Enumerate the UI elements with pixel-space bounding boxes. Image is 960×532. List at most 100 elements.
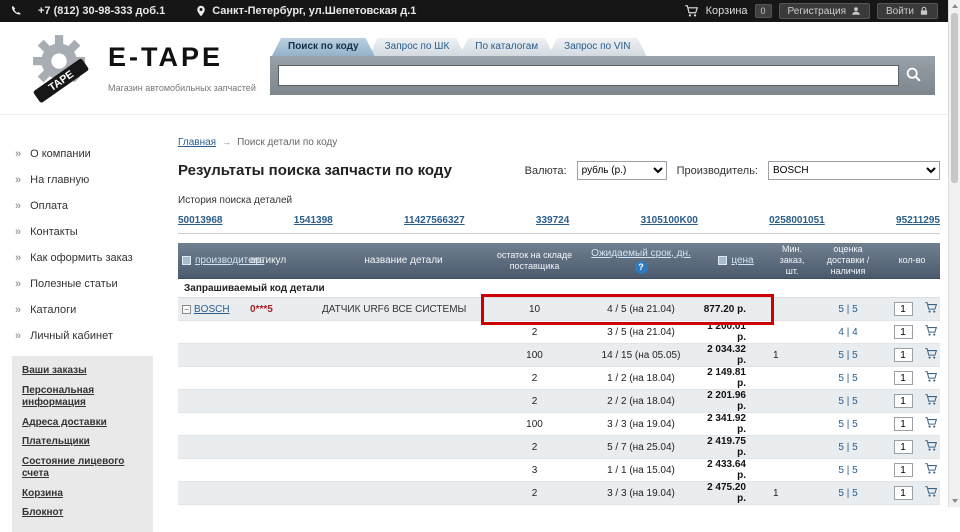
sidebar-item-how-to-order[interactable]: Как оформить заказ xyxy=(0,245,165,271)
quantity-input[interactable] xyxy=(893,440,913,454)
scrollbar-thumb[interactable] xyxy=(951,13,958,183)
delivery-cell: 5 | 5 xyxy=(838,464,858,476)
add-to-cart-button[interactable] xyxy=(924,301,938,317)
price-cell: 2 149.81 р. xyxy=(707,367,746,389)
quantity-input[interactable] xyxy=(893,371,913,385)
add-to-cart-button[interactable] xyxy=(924,347,938,363)
gear-logo-icon: TAPE xyxy=(33,35,89,103)
account-link-payers[interactable]: Плательщики xyxy=(22,436,145,449)
chevron-right-icon xyxy=(15,174,21,186)
qty-cell xyxy=(884,394,922,408)
tab-by-catalogs[interactable]: По каталогам xyxy=(459,38,554,56)
sidebar-item-catalogs[interactable]: Каталоги xyxy=(0,297,165,323)
search-button[interactable] xyxy=(899,64,927,88)
account-link-addresses[interactable]: Адреса доставки xyxy=(22,417,145,430)
history-link[interactable]: 339724 xyxy=(536,215,569,226)
cart-cell xyxy=(922,370,940,386)
history-link[interactable]: 3105100K00 xyxy=(641,215,698,226)
term-cell: 4 / 5 (на 21.04) xyxy=(607,303,675,315)
term-cell: 3 / 3 (на 19.04) xyxy=(607,487,675,499)
quantity-input[interactable] xyxy=(893,463,913,477)
col-header-min-order: Мин. заказ, шт. xyxy=(779,244,805,276)
page: +7 (812) 30-98-333 доб.1 Санкт-Петербург… xyxy=(0,0,948,532)
history-link[interactable]: 1541398 xyxy=(294,215,333,226)
add-to-cart-button[interactable] xyxy=(924,324,938,340)
quantity-input[interactable] xyxy=(893,302,913,316)
cart-icon[interactable] xyxy=(684,4,699,18)
breadcrumb: Главная Поиск детали по коду xyxy=(178,137,940,148)
tab-search-by-code[interactable]: Поиск по коду xyxy=(272,38,375,56)
filters: Валюта: рубль (р.) Производитель: BOSCH xyxy=(525,161,940,180)
cart-link[interactable]: Корзина xyxy=(706,5,748,17)
stock-cell: 2 xyxy=(531,487,538,499)
term-header-link[interactable]: Ожидаемый срок, дн. xyxy=(591,248,691,260)
sidebar: О компании На главную Оплата Контакты Ка… xyxy=(0,115,165,532)
quantity-input[interactable] xyxy=(893,417,913,431)
manufacturer-select[interactable]: BOSCH xyxy=(768,161,940,180)
title-row: Результаты поиска запчасти по коду Валют… xyxy=(178,161,940,180)
history-link[interactable]: 95211295 xyxy=(896,215,940,226)
tab-request-by-shk[interactable]: Запрос по ШК xyxy=(369,38,466,56)
account-link-cart[interactable]: Корзина xyxy=(22,488,145,501)
sidebar-item-payment[interactable]: Оплата xyxy=(0,193,165,219)
add-to-cart-button[interactable] xyxy=(924,462,938,478)
account-link-balance[interactable]: Состояние лицевого счета xyxy=(22,456,145,481)
add-to-cart-button[interactable] xyxy=(924,393,938,409)
sort-icon xyxy=(718,256,728,265)
cart-row-icon xyxy=(924,439,938,455)
brand-tagline: Магазин автомобильных запчастей xyxy=(108,83,256,93)
page-title: Результаты поиска запчасти по коду xyxy=(178,162,452,179)
sidebar-item-home[interactable]: На главную xyxy=(0,167,165,193)
breadcrumb-home-link[interactable]: Главная xyxy=(178,137,216,148)
col-header-manufacturer[interactable]: производитель xyxy=(178,255,264,267)
sidebar-item-contacts[interactable]: Контакты xyxy=(0,219,165,245)
sidebar-item-label: Полезные статьи xyxy=(30,278,118,290)
sidebar-item-articles[interactable]: Полезные статьи xyxy=(0,271,165,297)
history-link[interactable]: 50013968 xyxy=(178,215,223,226)
history-link[interactable]: 11427566327 xyxy=(404,215,465,226)
account-link-notebook[interactable]: Блокнот xyxy=(22,507,145,520)
quantity-input[interactable] xyxy=(893,348,913,362)
search-input[interactable] xyxy=(278,65,899,86)
delivery-cell: 5 | 5 xyxy=(838,303,858,315)
quantity-input[interactable] xyxy=(893,325,913,339)
add-to-cart-button[interactable] xyxy=(924,439,938,455)
currency-select[interactable]: рубль (р.) xyxy=(576,161,667,180)
register-button[interactable]: Регистрация xyxy=(778,3,871,19)
cart-row-icon xyxy=(924,416,938,432)
brand-logo[interactable]: TAPE E-TAPE Магазин автомобильных запчас… xyxy=(26,28,256,106)
delivery-cell: 5 | 5 xyxy=(838,441,858,453)
history-link[interactable]: 0258001051 xyxy=(769,215,825,226)
lock-icon xyxy=(919,6,929,16)
manufacturer-link[interactable]: BOSCH xyxy=(194,304,230,315)
scroll-down-button[interactable] xyxy=(949,495,960,507)
login-button[interactable]: Войти xyxy=(877,3,938,19)
price-header-link[interactable]: цена xyxy=(731,255,753,267)
quantity-input[interactable] xyxy=(893,394,913,408)
cart-row-icon xyxy=(924,462,938,478)
sidebar-item-label: Личный кабинет xyxy=(30,330,113,342)
col-header-article: артикул xyxy=(250,254,287,266)
account-link-personal-info[interactable]: Персональная информация xyxy=(22,385,145,410)
sidebar-item-about[interactable]: О компании xyxy=(0,141,165,167)
scrollbar[interactable] xyxy=(948,0,960,507)
col-header-price[interactable]: цена xyxy=(700,255,772,267)
tab-request-by-vin[interactable]: Запрос по VIN xyxy=(548,38,646,56)
quantity-input[interactable] xyxy=(893,486,913,500)
sidebar-item-account[interactable]: Личный кабинет xyxy=(0,323,165,349)
delivery-cell: 5 | 5 xyxy=(838,487,858,499)
table-header: производитель артикул название детали ос… xyxy=(178,243,940,279)
collapse-icon[interactable] xyxy=(182,304,191,314)
main-content: Главная Поиск детали по коду Результаты … xyxy=(178,115,940,532)
store-address: Санкт-Петербург, ул.Шепетовская д.1 xyxy=(212,5,417,17)
account-link-orders[interactable]: Ваши заказы xyxy=(22,365,145,378)
col-header-stock: остаток на складе поставщика xyxy=(496,249,573,271)
help-icon[interactable] xyxy=(634,260,648,274)
topbar-right: Корзина 0 Регистрация Войти xyxy=(684,3,938,19)
add-to-cart-button[interactable] xyxy=(924,485,938,501)
add-to-cart-button[interactable] xyxy=(924,416,938,432)
add-to-cart-button[interactable] xyxy=(924,370,938,386)
scroll-up-button[interactable] xyxy=(949,0,960,12)
header: TAPE E-TAPE Магазин автомобильных запчас… xyxy=(0,22,948,115)
manufacturer-cell xyxy=(178,443,248,452)
